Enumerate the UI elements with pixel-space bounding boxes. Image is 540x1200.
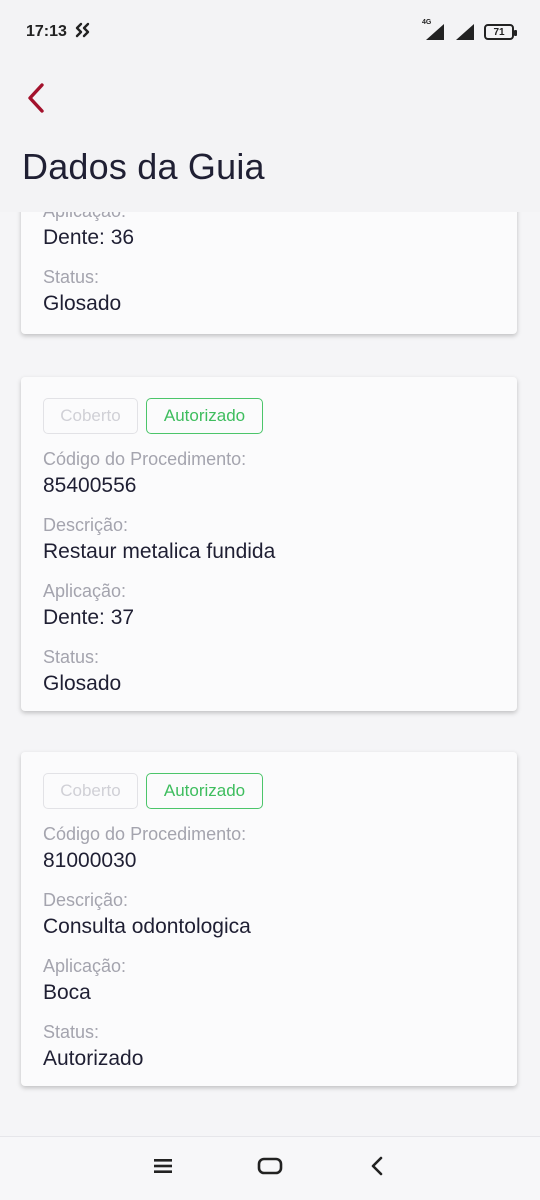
field-label-status: Status: [43,1022,100,1042]
field-value-description: Restaur metalica fundida [43,540,276,563]
page-title: Dados da Guia [22,146,265,187]
network-type: 4G [422,19,432,26]
chevron-left-icon [25,82,47,119]
field-label-application: Aplicação: [43,956,127,976]
signal-icon [454,23,476,41]
home-icon [257,1157,283,1180]
field-label-application: Aplicação: [43,581,127,601]
home-button[interactable] [250,1149,290,1189]
badge-group: Coberto Autorizado [43,398,495,434]
field-value-status: Autorizado [43,1047,144,1070]
battery-icon: 71 [484,24,517,40]
back-icon [370,1156,384,1181]
status-right: 4G 71 [422,19,517,41]
status-bar: 17:13 4G 71 [0,0,540,64]
field-label-status: Status: [43,647,100,667]
field-label-procedure-code: Código do Procedimento: [43,824,247,844]
field-label-procedure-code: Código do Procedimento: [43,449,247,469]
menu-icon [153,1158,173,1179]
field-label-status: Status: [43,267,100,287]
system-nav-bar [0,1136,540,1200]
badge-group: Coberto Autorizado [43,773,495,809]
system-back-button[interactable] [357,1149,397,1189]
signal-icon: 4G [422,19,446,41]
back-button[interactable] [16,78,56,122]
field-value-application: Boca [43,981,91,1004]
field-value-application: Dente: 36 [43,226,135,249]
covered-badge: Coberto [43,773,138,809]
procedure-card: Coberto Autorizado Código do Procediment… [21,752,517,1086]
procedures-list[interactable]: Aplicação: Dente: 36 Status: Glosado Cob… [0,212,540,1136]
authorized-badge: Autorizado [146,398,263,434]
app-header: Dados da Guia [0,64,540,212]
field-label-description: Descrição: [43,515,129,535]
field-value-procedure-code: 85400556 [43,474,137,497]
speed-icon [75,22,95,43]
field-value-application: Dente: 37 [43,606,135,629]
authorized-badge: Autorizado [146,773,263,809]
battery-level: 71 [493,26,505,38]
menu-button[interactable] [143,1149,183,1189]
procedure-card: Aplicação: Dente: 36 Status: Glosado [21,212,517,334]
field-label-application: Aplicação: [43,212,495,222]
status-left: 17:13 [26,22,95,43]
covered-badge: Coberto [43,398,138,434]
procedure-card: Coberto Autorizado Código do Procediment… [21,377,517,711]
field-value-status: Glosado [43,672,122,695]
field-label-description: Descrição: [43,890,129,910]
field-value-description: Consulta odontologica [43,915,251,938]
field-value-procedure-code: 81000030 [43,849,137,872]
status-time: 17:13 [26,23,67,40]
field-value-status: Glosado [43,292,122,315]
